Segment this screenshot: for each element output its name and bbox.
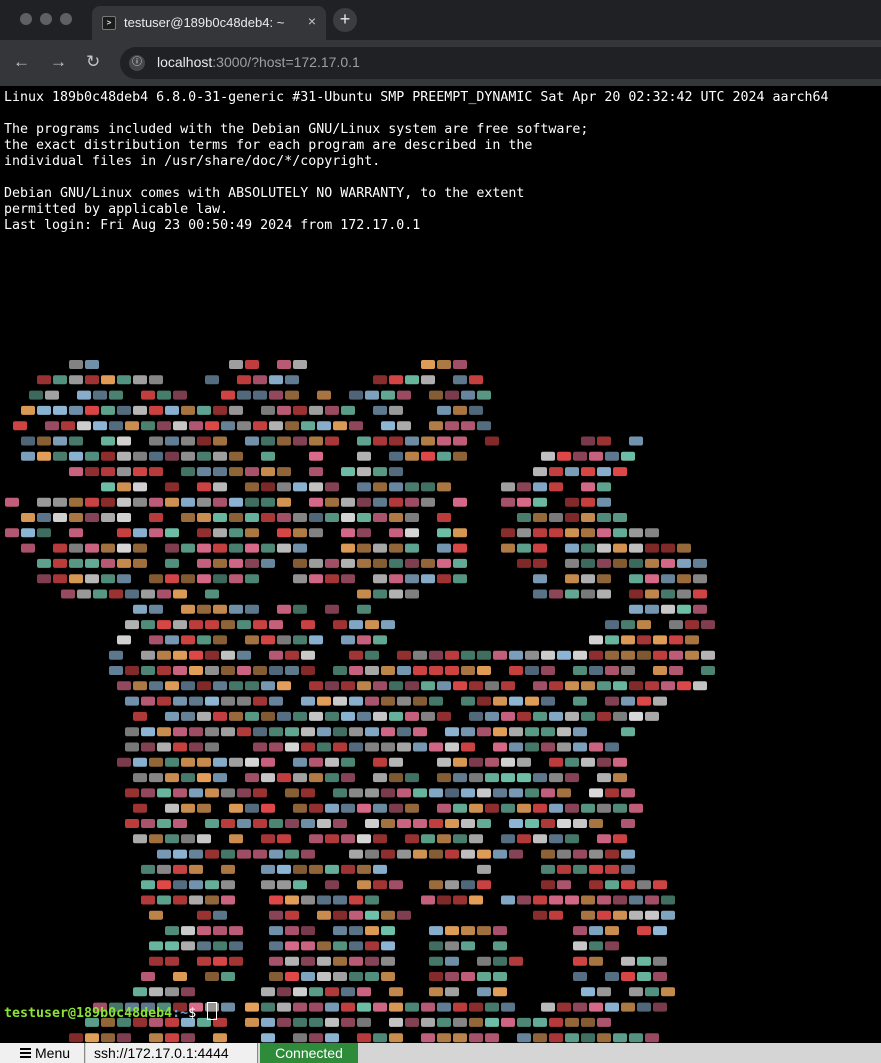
connection-status-badge: Connected: [260, 1043, 358, 1063]
prompt-symbol: $: [188, 1006, 197, 1021]
terminal-line: The programs included with the Debian GN…: [4, 122, 589, 137]
window-close-control[interactable]: [20, 13, 32, 25]
site-info-icon[interactable]: ⓘ: [129, 55, 145, 71]
terminal-line: Last login: Fri Aug 23 00:50:49 2024 fro…: [4, 218, 421, 233]
tab-title: testuser@189b0c48deb4: ~: [124, 15, 285, 30]
terminal-line: the exact distribution terms for each pr…: [4, 138, 533, 153]
url-text: localhost:3000/?host=172.17.0.1: [157, 54, 360, 70]
menu-button[interactable]: Menu: [0, 1043, 85, 1063]
terminal-line: individual files in /usr/share/doc/*/cop…: [4, 154, 381, 169]
terminal-line: Linux 189b0c48deb4 6.8.0-31-generic #31-…: [4, 90, 829, 105]
terminal-cursor: [207, 1002, 218, 1020]
terminal-line: permitted by applicable law.: [4, 202, 229, 217]
terminal-icon: >: [102, 16, 116, 30]
url-path: :3000/?host=172.17.0.1: [212, 54, 360, 70]
window-minimize-control[interactable]: [40, 13, 52, 25]
status-bar: Menu ssh://172.17.0.1:4444 Connected: [0, 1043, 881, 1063]
url-host: localhost: [157, 54, 213, 70]
forward-icon[interactable]: →: [50, 52, 67, 72]
reload-icon[interactable]: ↻: [86, 52, 100, 72]
menu-label: Menu: [35, 1045, 71, 1061]
hamburger-icon: [20, 1048, 31, 1058]
command-prompt[interactable]: testuser@189b0c48deb4:~$: [4, 1002, 218, 1021]
ascii-art-logo-image: [5, 360, 715, 1043]
address-bar[interactable]: ⓘ localhost:3000/?host=172.17.0.1: [120, 47, 881, 79]
back-icon[interactable]: ←: [13, 52, 30, 72]
close-tab-icon[interactable]: ×: [308, 13, 316, 29]
terminal-line: Debian GNU/Linux comes with ABSOLUTELY N…: [4, 186, 525, 201]
window-zoom-control[interactable]: [60, 13, 72, 25]
terminal-screen[interactable]: Linux 189b0c48deb4 6.8.0-31-generic #31-…: [0, 86, 881, 1043]
browser-tab[interactable]: > testuser@189b0c48deb4: ~ ×: [92, 6, 326, 40]
browser-toolbar: ← → ↻ ⓘ localhost:3000/?host=172.17.0.1: [0, 40, 881, 86]
new-tab-button[interactable]: +: [333, 8, 357, 32]
browser-tab-bar: > testuser@189b0c48deb4: ~ × +: [0, 0, 881, 40]
prompt-user: testuser@189b0c48deb4: [4, 1006, 173, 1021]
prompt-path: :~: [172, 1006, 189, 1021]
ssh-address: ssh://172.17.0.1:4444: [86, 1043, 258, 1063]
